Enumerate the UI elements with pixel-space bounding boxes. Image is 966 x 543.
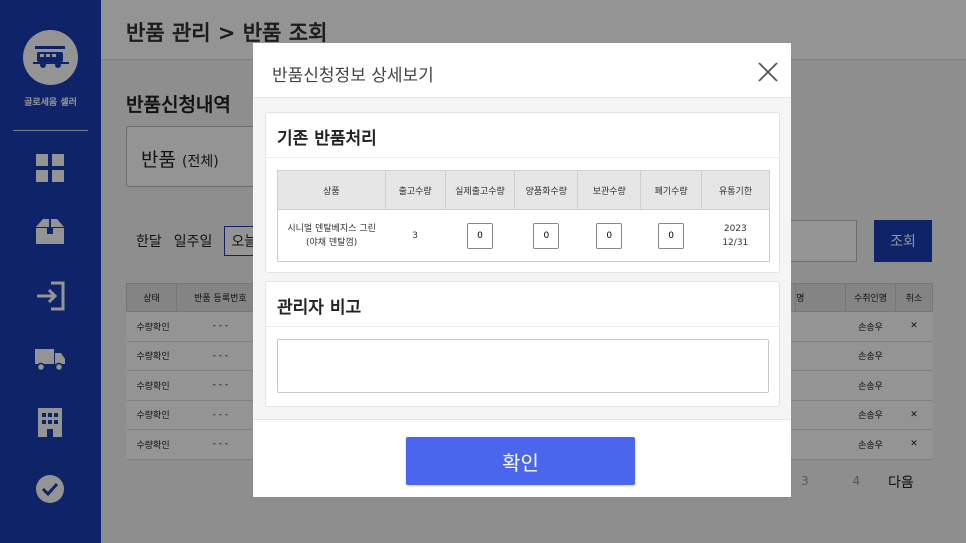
stored-qty-input[interactable] [596, 222, 623, 249]
table-row: 시니멀 덴탈베지스 그린 (야채 덴탈껌) 3 0 0 0 0 2023 12/… [277, 209, 770, 262]
expiry-year: 2023 [723, 223, 747, 234]
modal-title: 반품신청정보 상세보기 [272, 66, 434, 86]
actual-shipped-cell [445, 209, 515, 262]
col-stored: 보관수량 [577, 170, 642, 210]
modal-body: 기존 반품처리 상품 출고수량 실제출고수량 양품화수량 보관수량 폐기수량 유… [253, 98, 791, 420]
admin-note-card: 관리자 비고 [265, 281, 780, 407]
col-actual-shipped: 실제출고수량 [444, 170, 516, 210]
product-name: 시니멀 덴탈베지스 그린 (야채 덴탈껌) [277, 209, 386, 262]
expiry-day: 12/31 [722, 237, 749, 248]
discarded-qty-cell [640, 209, 702, 262]
existing-return-title: 기존 반품처리 [266, 113, 779, 158]
close-button[interactable] [756, 60, 780, 84]
return-items-table: 상품 출고수량 실제출고수량 양품화수량 보관수량 폐기수량 유통기한 시니멀 … [277, 170, 770, 262]
product-name-line1: 시니멀 덴탈베지스 그린 [287, 223, 376, 234]
good-qty-input[interactable] [533, 222, 560, 249]
good-qty-cell [514, 209, 578, 262]
expiry-date: 2023 12/31 [701, 209, 770, 262]
col-good: 양품화수량 [514, 170, 579, 210]
admin-note-textarea[interactable] [277, 339, 769, 393]
close-icon [758, 62, 778, 82]
confirm-button[interactable]: 확인 [406, 437, 635, 485]
product-name-line2: (야채 덴탈껌) [305, 237, 358, 248]
modal-header: 반품신청정보 상세보기 [253, 43, 791, 98]
admin-note-title: 관리자 비고 [266, 282, 779, 327]
col-product: 상품 [277, 170, 386, 210]
return-detail-modal: 반품신청정보 상세보기 기존 반품처리 상품 출고수량 실제출고수량 양품화수량… [253, 43, 791, 497]
stored-qty-cell [577, 209, 641, 262]
col-discarded: 폐기수량 [640, 170, 703, 210]
col-shipped: 출고수량 [384, 170, 446, 210]
shipped-qty: 3 [385, 209, 446, 262]
discarded-qty-input[interactable] [658, 222, 685, 249]
existing-return-card: 기존 반품처리 상품 출고수량 실제출고수량 양품화수량 보관수량 폐기수량 유… [265, 112, 780, 273]
actual-shipped-qty-input[interactable] [466, 222, 493, 249]
col-expiry: 유통기한 [701, 170, 770, 210]
